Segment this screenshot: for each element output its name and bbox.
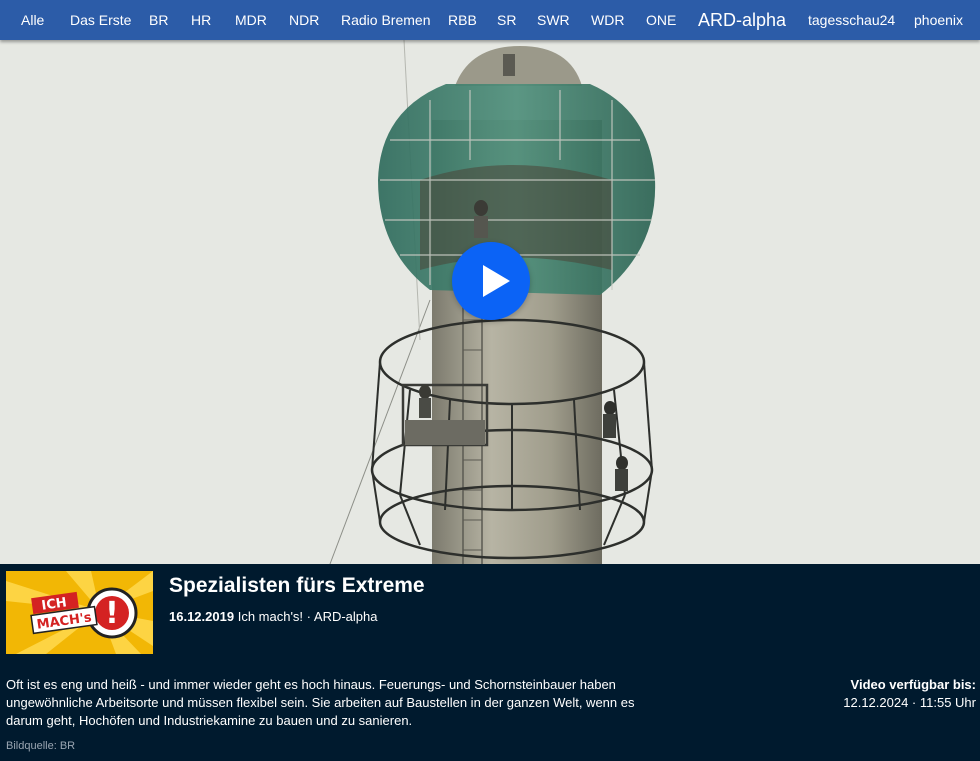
nav-item-mdr[interactable]: MDR bbox=[235, 0, 267, 40]
show-logo-thumbnail[interactable]: ! ICH MACH's bbox=[6, 571, 153, 654]
video-info-panel: ! ICH MACH's Spezialisten fürs Extreme 1… bbox=[0, 564, 980, 761]
nav-item-das-erste[interactable]: Das Erste bbox=[70, 0, 131, 40]
video-player[interactable] bbox=[0, 40, 980, 564]
availability-value: 12.12.2024 · 11:55 Uhr bbox=[843, 695, 976, 710]
nav-item-alle[interactable]: Alle bbox=[21, 0, 44, 40]
video-series[interactable]: Ich mach's! bbox=[238, 609, 303, 624]
nav-item-tagesschau24[interactable]: tagesschau24 bbox=[808, 0, 895, 40]
ich-machs-logo: ! ICH MACH's bbox=[6, 571, 153, 654]
nav-item-radio-bremen[interactable]: Radio Bremen bbox=[341, 0, 431, 40]
availability: Video verfügbar bis: 12.12.2024 · 11:55 … bbox=[843, 676, 976, 712]
play-icon bbox=[483, 265, 510, 297]
nav-item-hr[interactable]: HR bbox=[191, 0, 211, 40]
nav-item-one[interactable]: ONE bbox=[646, 0, 676, 40]
nav-item-sr[interactable]: SR bbox=[497, 0, 516, 40]
logo-exclamation: ! bbox=[105, 596, 119, 631]
video-meta: 16.12.2019 Ich mach's! · ARD-alpha bbox=[169, 609, 377, 624]
image-credit: Bildquelle: BR bbox=[6, 740, 76, 752]
nav-item-ard-alpha[interactable]: ARD-alpha bbox=[698, 0, 786, 40]
video-title: Spezialisten fürs Extreme bbox=[169, 574, 425, 597]
availability-label: Video verfügbar bis: bbox=[850, 677, 976, 692]
video-channel: · ARD-alpha bbox=[306, 609, 378, 624]
nav-item-rbb[interactable]: RBB bbox=[448, 0, 477, 40]
play-button[interactable] bbox=[452, 242, 530, 320]
video-date: 16.12.2019 bbox=[169, 609, 235, 624]
top-navigation: Alle Das Erste BR HR MDR NDR Radio Breme… bbox=[0, 0, 980, 40]
nav-item-ndr[interactable]: NDR bbox=[289, 0, 319, 40]
nav-item-swr[interactable]: SWR bbox=[537, 0, 570, 40]
nav-item-phoenix[interactable]: phoenix bbox=[914, 0, 963, 40]
nav-item-br[interactable]: BR bbox=[149, 0, 168, 40]
nav-item-wdr[interactable]: WDR bbox=[591, 0, 624, 40]
video-description: Oft ist es eng und heiß - und immer wied… bbox=[6, 677, 635, 728]
